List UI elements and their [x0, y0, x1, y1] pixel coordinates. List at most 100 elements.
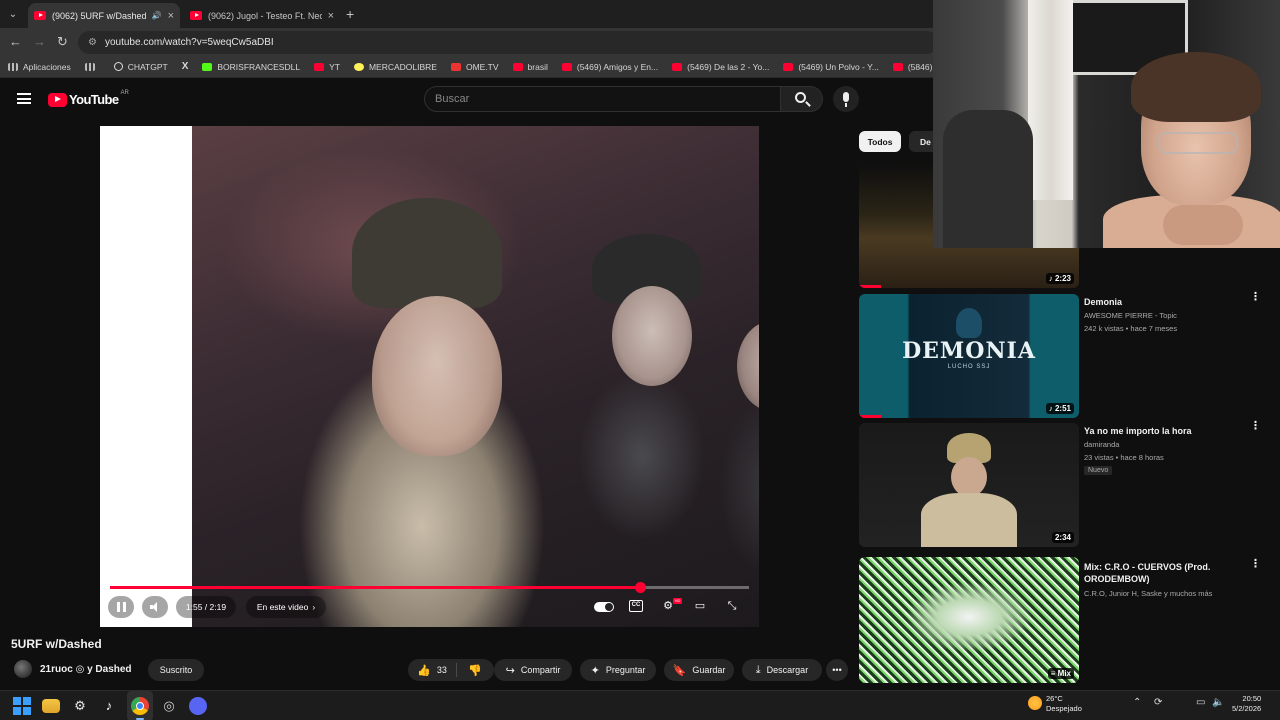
system-clock[interactable]: 20:50 5/2/2026 — [1232, 694, 1261, 714]
chip-all[interactable]: Todos — [859, 131, 901, 152]
steam-icon[interactable]: ⚙ — [71, 697, 89, 715]
captions-button[interactable]: CC — [629, 600, 643, 612]
autoplay-toggle[interactable] — [594, 602, 614, 612]
site-info-icon[interactable]: ⚙ — [88, 37, 97, 48]
temperature-text: 26°C — [1046, 694, 1063, 703]
bookmark-brasil[interactable]: brasil — [512, 62, 548, 72]
in-video-chapters-button[interactable]: En este video › — [246, 596, 326, 618]
weather-sun-icon — [1028, 696, 1042, 710]
duration-badge: ♪ 2:23 — [1045, 273, 1074, 284]
video-frame — [192, 126, 759, 627]
more-options-icon[interactable]: ⋮ — [1250, 559, 1261, 570]
related-video-channel[interactable]: AWESOME PIERRE - Topic — [1084, 309, 1234, 322]
download-button[interactable]: ⤓ Descargar — [742, 659, 822, 681]
face-shape — [951, 457, 987, 497]
file-explorer-icon[interactable] — [42, 699, 60, 713]
youtube-icon — [892, 62, 903, 71]
related-video-thumbnail[interactable]: 2:34 — [859, 423, 1079, 547]
related-video-meta: 23 vistas • hace 8 horas — [1084, 453, 1164, 462]
watched-progress — [859, 285, 881, 288]
youtube-icon — [512, 62, 523, 71]
share-button[interactable]: ↪ Compartir — [494, 659, 572, 681]
tray-chevron-icon[interactable]: ⌃ — [1133, 697, 1141, 708]
tab-current[interactable]: (9062) 5URF w/Dashed - Yo 🔊 × — [28, 3, 180, 28]
fullscreen-icon[interactable]: ⤡ — [725, 600, 739, 612]
save-button[interactable]: 🔖 Guardar — [664, 659, 734, 681]
related-video-thumbnail[interactable]: DEMONIA LUCHO SSJ ♪ 2:51 — [859, 294, 1079, 418]
voice-search-button[interactable] — [833, 86, 859, 112]
search-button[interactable] — [781, 86, 823, 112]
related-video-title[interactable]: Ya no me importo la hora — [1084, 425, 1234, 437]
x-icon: X — [181, 61, 189, 72]
time-display: 1:55 / 2:19 — [176, 596, 236, 618]
tab-second[interactable]: (9062) Jugol - Testeo Ft. Neo P × — [184, 3, 340, 28]
bookmark-apps[interactable]: Aplicaciones — [8, 62, 71, 72]
pause-button[interactable] — [108, 596, 134, 618]
bookmark-kick[interactable]: BORISFRANCESDLL — [202, 62, 300, 72]
obs-icon[interactable]: ◎ — [160, 697, 178, 715]
bookmark-x[interactable]: X — [182, 61, 189, 72]
cover-artist-text: LUCHO SSJ — [947, 364, 991, 370]
related-mix-thumbnail[interactable]: ≡ Mix — [859, 557, 1079, 683]
bookmark-un-polvo[interactable]: (5469) Un Polvo - Y... — [783, 62, 879, 72]
speaker-icon[interactable]: 🔊 — [152, 11, 162, 20]
sync-icon[interactable]: ⟳ — [1154, 697, 1162, 708]
back-button[interactable]: ← — [9, 34, 22, 49]
youtube-favicon-icon — [190, 11, 202, 20]
webcam-curtain — [1028, 0, 1073, 200]
pause-icon — [116, 602, 126, 612]
related-video-channel[interactable]: damiranda — [1084, 438, 1234, 451]
ask-button[interactable]: ✦ Preguntar — [580, 659, 656, 681]
youtube-logo[interactable]: YouTube AR — [48, 90, 129, 107]
volume-button[interactable] — [142, 596, 168, 618]
bookmark-amigos[interactable]: (5469) Amigos y En... — [561, 62, 658, 72]
windows-start-icon[interactable] — [13, 697, 31, 715]
discord-icon[interactable] — [189, 697, 207, 715]
more-options-icon[interactable]: ⋮ — [1250, 292, 1261, 303]
video-subject-face — [737, 321, 759, 411]
bookmark-ometv[interactable]: OME.TV — [450, 62, 499, 72]
related-video-title[interactable]: Demonia — [1084, 296, 1234, 308]
dislike-button[interactable]: 👎 — [456, 659, 494, 681]
bookmark-chatgpt[interactable]: CHATGPT — [113, 62, 168, 72]
video-subject-cap — [352, 198, 502, 308]
bookmark-grid[interactable] — [84, 62, 100, 71]
address-bar[interactable]: ⚙ youtube.com/watch?v=5weqCw5aDBI — [78, 31, 938, 54]
search-input[interactable]: Buscar — [424, 86, 781, 112]
more-options-icon[interactable]: ⋮ — [1250, 421, 1261, 432]
weather-widget[interactable]: 26°C Despejado — [1046, 694, 1082, 714]
close-tab-icon[interactable]: × — [328, 10, 334, 22]
related-video-title[interactable]: Mix: C.R.O - CUERVOS (Prod. ORODEMBOW) — [1084, 561, 1234, 585]
like-button[interactable]: 👍 33 — [408, 659, 456, 681]
network-icon[interactable]: ▭ — [1196, 697, 1205, 708]
bookmark-mercadolibre[interactable]: MERCADOLIBRE — [353, 62, 437, 72]
new-tab-button[interactable]: + — [346, 6, 354, 22]
bookmark-de-las-2[interactable]: (5469) De las 2 - Yo... — [672, 62, 769, 72]
progress-bar[interactable] — [110, 582, 749, 593]
cover-title-text: DEMONIA — [902, 338, 1036, 364]
clock-date: 5/2/2026 — [1232, 704, 1262, 713]
volume-tray-icon[interactable]: 🔈 — [1212, 697, 1224, 708]
bookmark-yt[interactable]: YT — [314, 62, 340, 72]
chrome-icon[interactable] — [131, 697, 149, 715]
related-video-channel: C.R.O, Junior H, Saske y muchos más — [1084, 589, 1213, 598]
webcam-overlay — [933, 0, 1280, 248]
sparkle-icon: ✦ — [590, 664, 600, 677]
duration-badge: ♪ 2:51 — [1045, 403, 1074, 414]
thumbs-down-icon: 👎 — [468, 664, 482, 677]
new-badge: Nuevo — [1084, 466, 1113, 475]
reload-button[interactable]: ↻ — [57, 34, 68, 50]
tab-title: (9062) 5URF w/Dashed - Yo — [52, 10, 148, 21]
tab-search-button[interactable]: ⌄ — [4, 5, 22, 23]
download-icon: ⤓ — [755, 663, 761, 676]
subscribed-button[interactable]: Suscrito — [148, 659, 204, 681]
more-actions-button[interactable]: ••• — [826, 659, 848, 681]
forward-button[interactable]: → — [33, 34, 46, 49]
close-tab-icon[interactable]: × — [168, 10, 174, 22]
theater-mode-icon[interactable]: ▭ — [693, 600, 707, 612]
channel-avatar[interactable] — [14, 660, 32, 678]
menu-icon[interactable] — [17, 93, 31, 104]
channel-name[interactable]: 21ruoc ◎ y Dashed — [40, 664, 132, 675]
video-player[interactable]: 1:55 / 2:19 En este video › CC ⚙ HD ▭ ⤡ — [100, 126, 759, 627]
tiktok-icon[interactable]: ♪ — [100, 697, 118, 715]
